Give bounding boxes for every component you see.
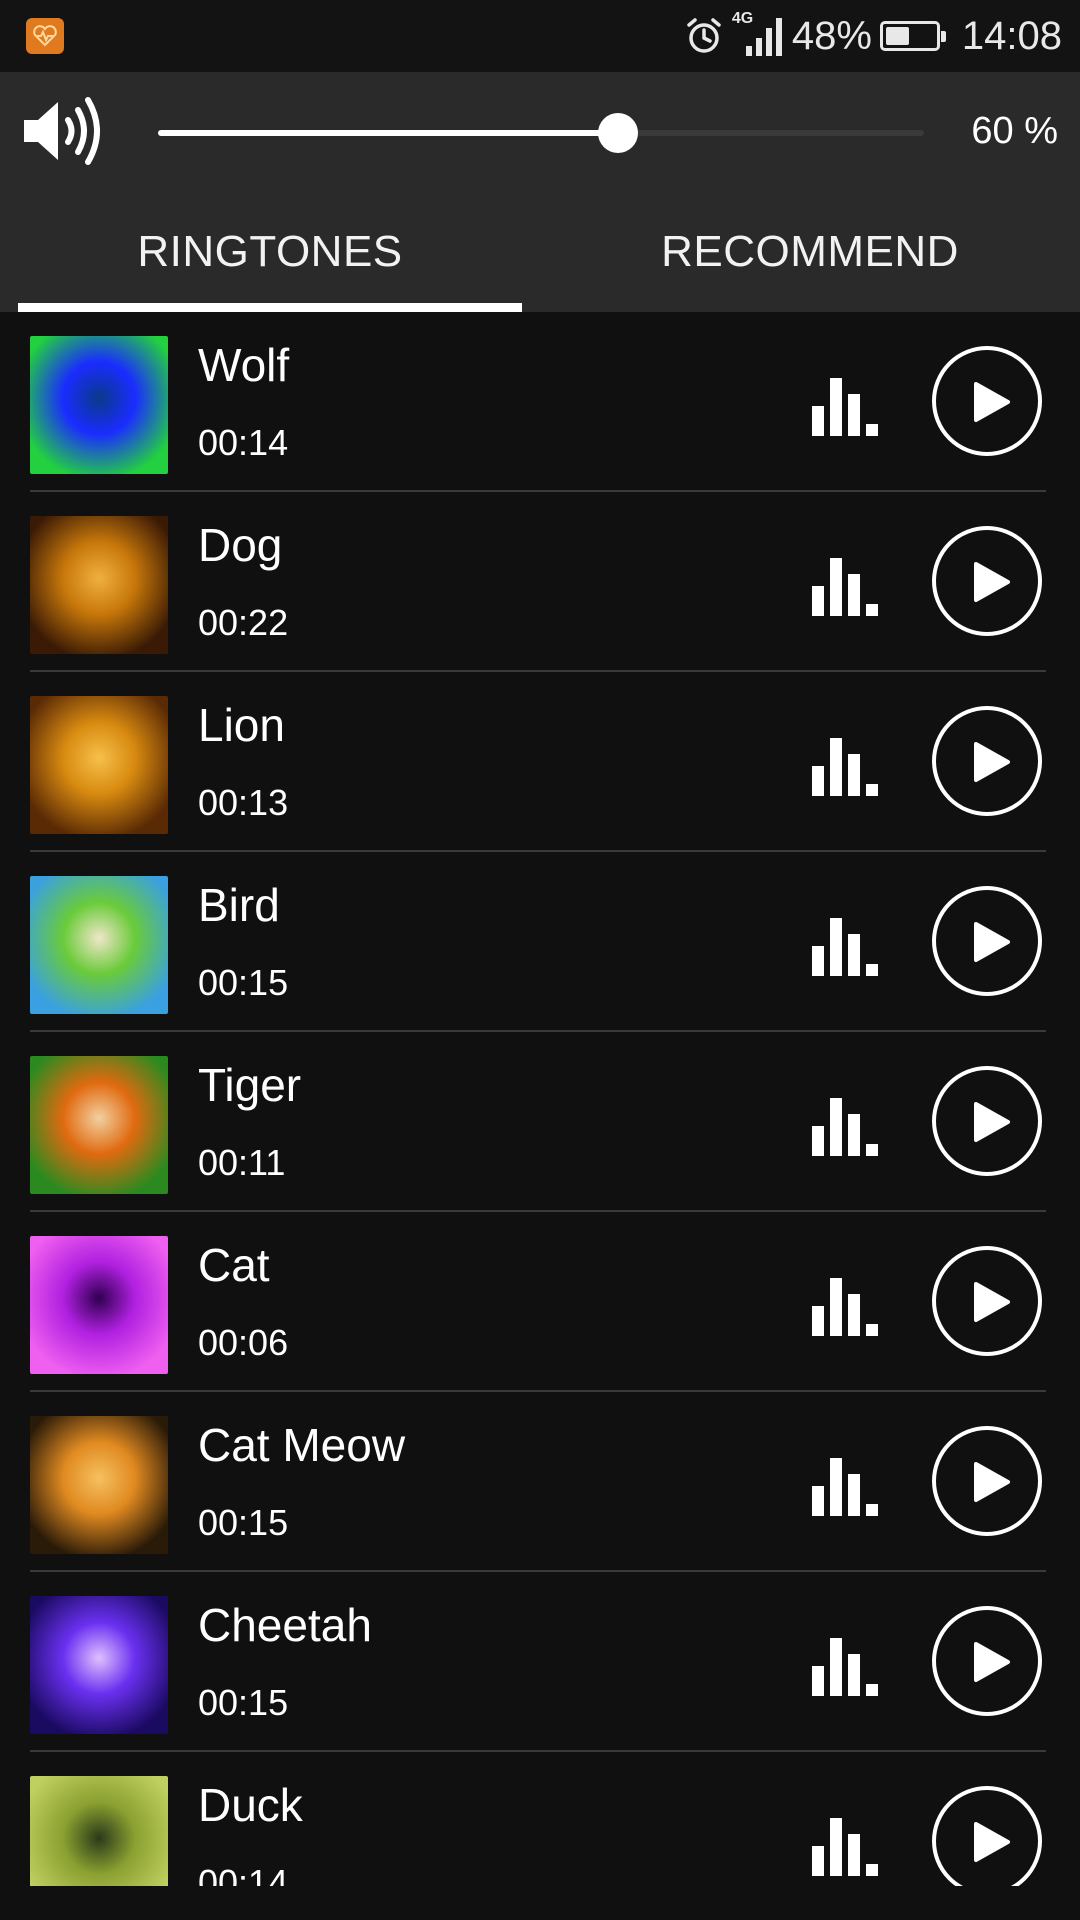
- equalizer-bars-icon[interactable]: [810, 736, 886, 798]
- ringtone-duration: 00:22: [198, 602, 289, 643]
- play-button[interactable]: [932, 346, 1042, 456]
- play-button[interactable]: [932, 1606, 1042, 1716]
- ringtone-duration: 00:15: [198, 1682, 289, 1723]
- volume-slider-thumb[interactable]: [597, 113, 638, 153]
- tab-recommend[interactable]: RECOMMEND: [540, 192, 1080, 312]
- alarm-icon: [687, 18, 721, 53]
- play-icon: [974, 562, 1010, 602]
- play-button[interactable]: [932, 526, 1042, 636]
- ringtone-row[interactable]: Lion 00:13: [0, 672, 1080, 852]
- ringtone-title: Bird: [198, 879, 280, 931]
- speaker-icon[interactable]: [20, 96, 106, 166]
- ringtone-thumbnail: [30, 1236, 168, 1374]
- ringtone-duration: 00:11: [198, 1142, 286, 1183]
- tab-ringtones[interactable]: RINGTONES: [0, 192, 540, 312]
- play-icon: [974, 1102, 1010, 1142]
- ringtone-row[interactable]: Cheetah 00:15: [0, 1572, 1080, 1752]
- ringtone-thumbnail: [30, 1056, 168, 1194]
- ringtone-duration: 00:06: [198, 1322, 289, 1363]
- play-icon: [974, 382, 1010, 422]
- ringtone-duration: 00:15: [198, 962, 289, 1003]
- ringtone-title: Cheetah: [198, 1599, 372, 1651]
- ringtone-thumbnail: [30, 876, 168, 1014]
- ringtone-title: Lion: [198, 699, 285, 751]
- clock: 14:08: [961, 13, 1062, 58]
- play-icon: [974, 922, 1010, 962]
- ringtone-row[interactable]: Tiger 00:11: [0, 1032, 1080, 1212]
- equalizer-bars-icon[interactable]: [810, 1816, 886, 1878]
- app-notification-icon: [26, 18, 64, 54]
- ringtone-thumbnail: [30, 1416, 168, 1554]
- status-indicators: 4G 48% 14:08: [684, 10, 1062, 62]
- ringtone-row[interactable]: Bird 00:15: [0, 852, 1080, 1032]
- volume-panel: 60 %: [0, 72, 1080, 192]
- ringtone-title: Tiger: [198, 1059, 302, 1111]
- ringtone-duration: 00:13: [198, 782, 289, 823]
- ringtone-title: Cat Meow: [198, 1419, 406, 1471]
- battery-percent: 48%: [791, 13, 872, 58]
- ringtone-row[interactable]: Cat 00:06: [0, 1212, 1080, 1392]
- battery-icon: [879, 21, 946, 51]
- ringtone-title: Cat: [198, 1239, 270, 1291]
- equalizer-bars-icon[interactable]: [810, 376, 886, 438]
- volume-slider-fill: [158, 130, 618, 136]
- ringtone-duration: 00:14: [198, 1862, 289, 1886]
- status-bar: 4G 48% 14:08: [0, 0, 1080, 72]
- ringtone-duration: 00:15: [198, 1502, 289, 1543]
- ringtone-row[interactable]: Duck 00:14: [0, 1752, 1080, 1886]
- ringtone-duration: 00:14: [198, 422, 289, 463]
- play-button[interactable]: [932, 1426, 1042, 1536]
- play-icon: [974, 1822, 1010, 1862]
- ringtone-thumbnail: [30, 516, 168, 654]
- ringtone-row[interactable]: Cat Meow 00:15: [0, 1392, 1080, 1572]
- equalizer-bars-icon[interactable]: [810, 1456, 886, 1518]
- play-button[interactable]: [932, 886, 1042, 996]
- equalizer-bars-icon[interactable]: [810, 1276, 886, 1338]
- ringtone-thumbnail: [30, 696, 168, 834]
- equalizer-bars-icon[interactable]: [810, 916, 886, 978]
- equalizer-bars-icon[interactable]: [810, 556, 886, 618]
- ringtone-thumbnail: [30, 1776, 168, 1886]
- ringtone-title: Wolf: [198, 339, 290, 391]
- ringtone-thumbnail: [30, 1596, 168, 1734]
- tab-bar: RINGTONES RECOMMEND: [0, 192, 1080, 312]
- equalizer-bars-icon[interactable]: [810, 1096, 886, 1158]
- play-icon: [974, 742, 1010, 782]
- ringtone-title: Dog: [198, 519, 283, 571]
- play-button[interactable]: [932, 1786, 1042, 1886]
- ringtone-row[interactable]: Wolf 00:14: [0, 312, 1080, 492]
- play-button[interactable]: [932, 706, 1042, 816]
- ringtone-list[interactable]: Wolf 00:14 Dog 00:22 Lion 00:13 Bird 00:…: [0, 312, 1080, 1886]
- play-icon: [974, 1462, 1010, 1502]
- volume-value: 60 %: [971, 110, 1058, 152]
- play-button[interactable]: [932, 1066, 1042, 1176]
- ringtone-title: Duck: [198, 1779, 303, 1831]
- play-icon: [974, 1282, 1010, 1322]
- ringtone-row[interactable]: Dog 00:22: [0, 492, 1080, 672]
- volume-slider[interactable]: [158, 113, 924, 153]
- play-icon: [974, 1642, 1010, 1682]
- signal-icon: 4G: [732, 10, 784, 60]
- equalizer-bars-icon[interactable]: [810, 1636, 886, 1698]
- play-button[interactable]: [932, 1246, 1042, 1356]
- ringtone-thumbnail: [30, 336, 168, 474]
